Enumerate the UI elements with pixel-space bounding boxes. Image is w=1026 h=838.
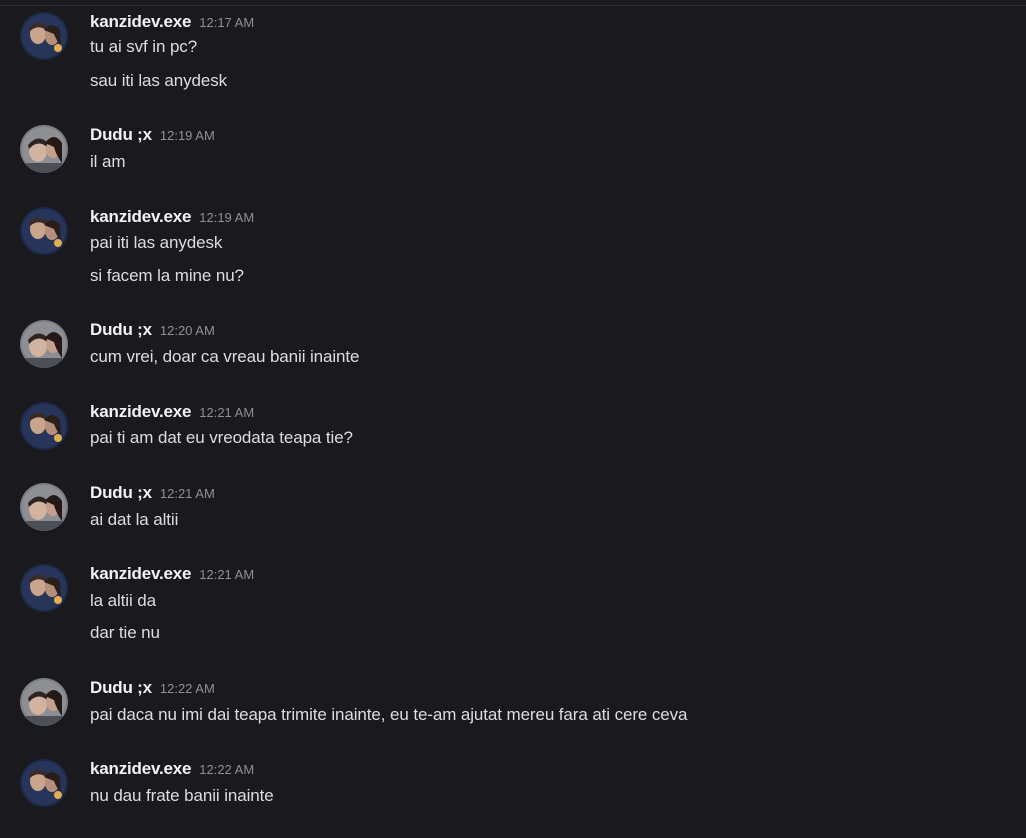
message-text: sau iti las anydesk bbox=[90, 71, 228, 90]
message-text: tu ai svf in pc? bbox=[90, 37, 198, 56]
username[interactable]: kanzidev.exe bbox=[90, 564, 191, 583]
divider bbox=[0, 5, 1026, 6]
message-text: dar tie nu bbox=[90, 623, 160, 642]
message-text: pai daca nu imi dai teapa trimite inaint… bbox=[90, 705, 688, 724]
timestamp: 12:21 AM bbox=[199, 405, 255, 420]
username[interactable]: kanzidev.exe bbox=[90, 12, 191, 31]
timestamp: 12:20 AM bbox=[159, 323, 215, 338]
message-header: kanzidev.exe 12:21 AM bbox=[90, 402, 254, 424]
timestamp: 12:22 AM bbox=[159, 681, 215, 696]
username[interactable]: kanzidev.exe bbox=[90, 759, 191, 778]
message-header: Dudu ;x 12:19 AM bbox=[90, 125, 215, 147]
timestamp: 12:17 AM bbox=[199, 15, 255, 30]
message-text: nu dau frate banii inainte bbox=[90, 786, 274, 805]
message-header: Dudu ;x 12:21 AM bbox=[90, 483, 215, 505]
avatar[interactable] bbox=[20, 12, 68, 60]
message-text: il am bbox=[90, 152, 126, 171]
avatar[interactable] bbox=[20, 207, 68, 255]
username[interactable]: Dudu ;x bbox=[90, 483, 152, 502]
chat-messages-pane: kanzidev.exe 12:17 AM tu ai svf in pc? sa… bbox=[0, 0, 1026, 838]
avatar[interactable] bbox=[20, 125, 68, 173]
timestamp: 12:22 AM bbox=[199, 762, 255, 777]
avatar[interactable] bbox=[20, 320, 68, 368]
username[interactable]: kanzidev.exe bbox=[90, 402, 191, 421]
message-header: kanzidev.exe 12:22 AM bbox=[90, 759, 254, 781]
username[interactable]: Dudu ;x bbox=[90, 678, 152, 697]
message-text: si facem la mine nu? bbox=[90, 266, 244, 285]
message-header: Dudu ;x 12:22 AM bbox=[90, 678, 215, 700]
message-header: kanzidev.exe 12:17 AM bbox=[90, 12, 254, 34]
timestamp: 12:19 AM bbox=[199, 210, 255, 225]
timestamp: 12:21 AM bbox=[199, 567, 255, 582]
avatar[interactable] bbox=[20, 759, 68, 807]
timestamp: 12:21 AM bbox=[159, 486, 215, 501]
message-header: kanzidev.exe 12:19 AM bbox=[90, 207, 254, 229]
message-header: kanzidev.exe 12:21 AM bbox=[90, 564, 254, 586]
message-header: Dudu ;x 12:20 AM bbox=[90, 320, 215, 342]
username[interactable]: Dudu ;x bbox=[90, 125, 152, 144]
avatar[interactable] bbox=[20, 678, 68, 726]
avatar[interactable] bbox=[20, 483, 68, 531]
avatar[interactable] bbox=[20, 564, 68, 612]
timestamp: 12:19 AM bbox=[159, 128, 215, 143]
message-text: cum vrei, doar ca vreau banii inainte bbox=[90, 347, 360, 366]
avatar[interactable] bbox=[20, 402, 68, 450]
username[interactable]: Dudu ;x bbox=[90, 320, 152, 339]
message-text: pai iti las anydesk bbox=[90, 233, 223, 252]
username[interactable]: kanzidev.exe bbox=[90, 207, 191, 226]
message-text: la altii da bbox=[90, 591, 156, 610]
message-text: pai ti am dat eu vreodata teapa tie? bbox=[90, 428, 353, 447]
message-text: ai dat la altii bbox=[90, 510, 179, 529]
